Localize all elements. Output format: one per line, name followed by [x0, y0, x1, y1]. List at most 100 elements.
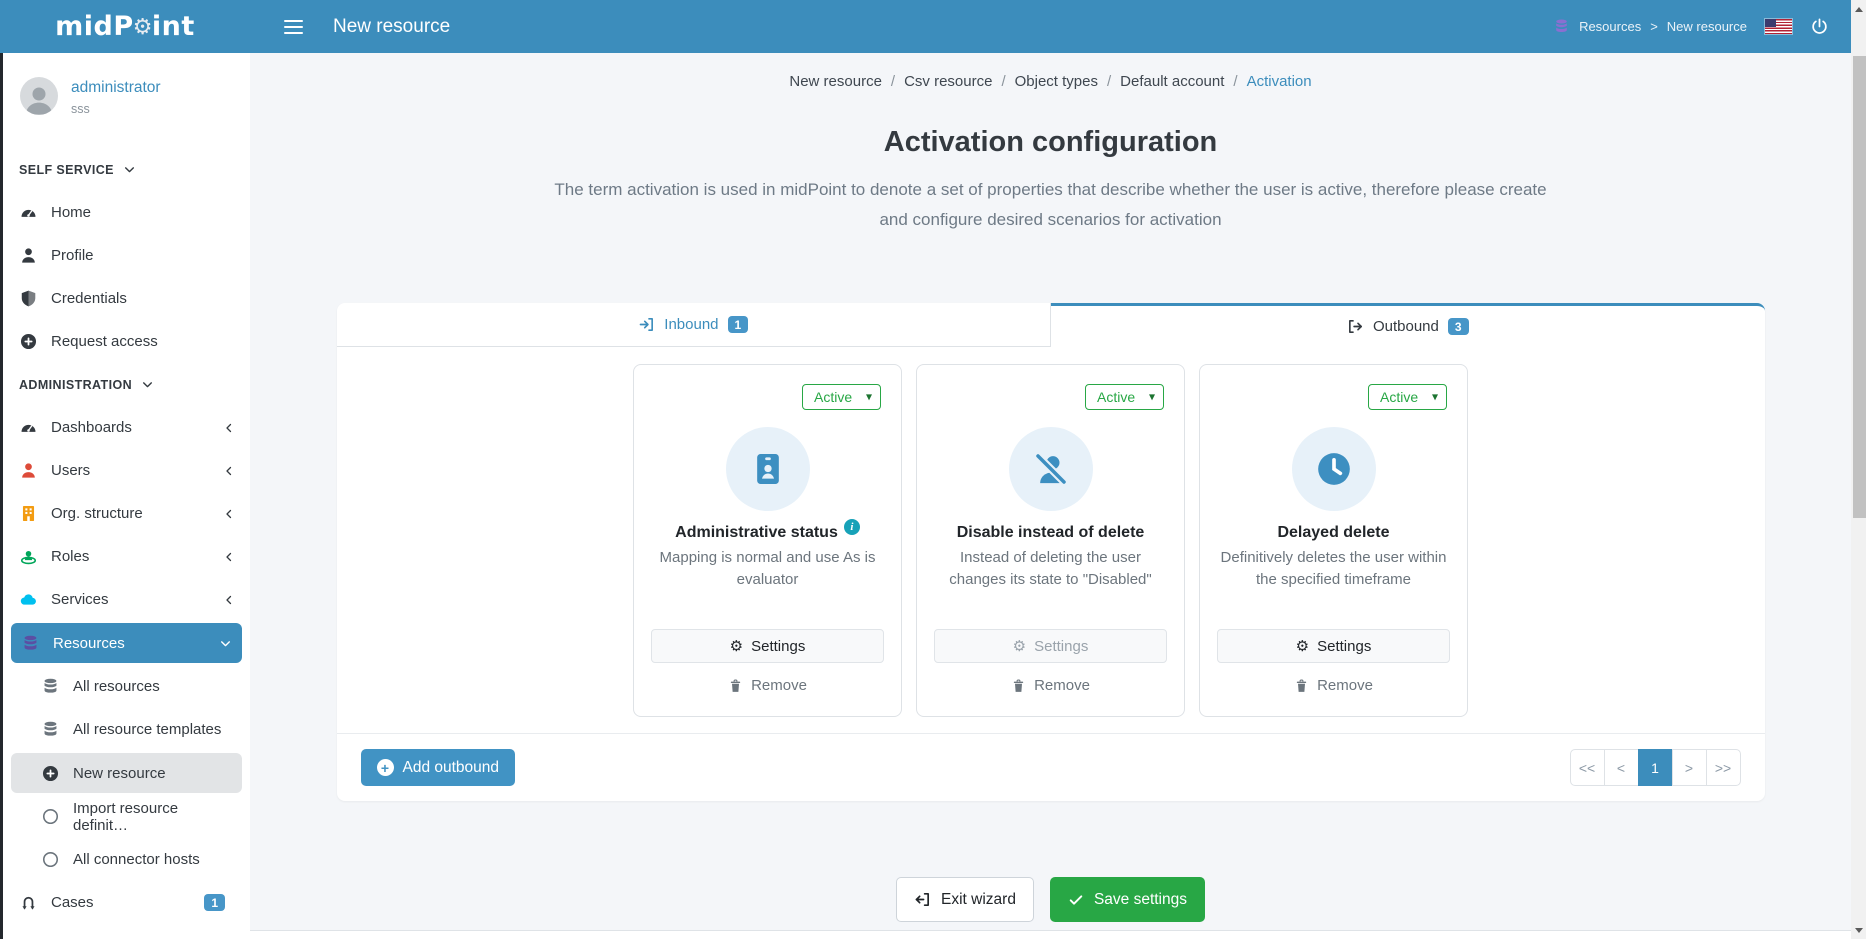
id-badge-icon — [748, 449, 788, 489]
sidebar-item-new-resource[interactable]: New resource — [11, 753, 242, 793]
sidebar-item-cases[interactable]: Cases 1 — [3, 881, 250, 924]
pagination-prev-button[interactable]: < — [1604, 749, 1639, 786]
card-delayed-delete: Active ▾ Delayed delete Definitively del… — [1199, 364, 1468, 717]
user-panel[interactable]: administrator sss — [3, 53, 250, 116]
breadcrumb-item[interactable]: New resource — [789, 73, 882, 90]
exit-wizard-button[interactable]: Exit wizard — [896, 877, 1034, 922]
check-icon — [1068, 892, 1084, 908]
scrollbar-thumb[interactable] — [1853, 56, 1866, 518]
sidebar-item-roles[interactable]: Roles — [3, 535, 250, 578]
tab-outbound[interactable]: Outbound 3 — [1051, 303, 1765, 347]
scrollbar-down-arrow[interactable] — [1851, 922, 1866, 938]
activation-cards: Active ▾ Administrative status i Mapping… — [337, 347, 1765, 717]
top-breadcrumb-root-link[interactable]: Resources — [1579, 19, 1641, 34]
page-title: New resource — [333, 16, 450, 38]
sidebar-item-home[interactable]: Home — [3, 191, 250, 234]
info-icon[interactable]: i — [844, 519, 860, 535]
tab-inbound[interactable]: Inbound 1 — [337, 303, 1052, 347]
top-breadcrumb-current-link[interactable]: New resource — [1667, 19, 1747, 34]
sidebar-section-self-service[interactable]: SELF SERVICE — [3, 148, 250, 191]
midpoint-logo[interactable]: midP⚙int — [0, 11, 250, 42]
sidebar-item-all-resources[interactable]: All resources — [3, 665, 250, 708]
us-flag-icon[interactable] — [1765, 19, 1792, 34]
vertical-scrollbar[interactable] — [1851, 0, 1866, 939]
lifecycle-state-select[interactable]: Active — [1085, 384, 1164, 410]
chevron-down-icon — [141, 378, 154, 391]
breadcrumb-item[interactable]: Csv resource — [904, 73, 992, 90]
pagination-next-button[interactable]: > — [1672, 749, 1707, 786]
add-outbound-button[interactable]: + Add outbound — [361, 749, 516, 786]
chevron-left-icon — [223, 594, 235, 606]
breadcrumb-item[interactable]: Default account — [1120, 73, 1224, 90]
logo-text-post: int — [152, 11, 195, 42]
logo-text-pre: midP — [55, 11, 134, 42]
card-description: Mapping is normal and use As is evaluato… — [634, 547, 901, 591]
sidebar-item-resources[interactable]: Resources — [11, 623, 242, 663]
sidebar-section-administration[interactable]: ADMINISTRATION — [3, 363, 250, 406]
remove-button[interactable]: Remove — [1294, 677, 1373, 694]
circle-outline-icon — [41, 850, 60, 869]
chevron-left-icon — [223, 551, 235, 563]
sidebar-item-dashboards[interactable]: Dashboards — [3, 406, 250, 449]
tachometer-icon — [19, 418, 38, 437]
trash-icon — [1294, 678, 1309, 694]
wizard-title: Activation configuration — [250, 126, 1851, 159]
wizard-actions: Exit wizard Save settings — [250, 877, 1851, 922]
arrow-left-to-bracket-icon — [914, 891, 931, 908]
sidebar-item-all-resource-templates[interactable]: All resource templates — [3, 708, 250, 751]
trash-icon — [728, 678, 743, 694]
remove-button[interactable]: Remove — [728, 677, 807, 694]
remove-button[interactable]: Remove — [1011, 677, 1090, 694]
gear-icon: ⚙ — [730, 639, 743, 654]
navbar-right: Resources > New resource — [1553, 17, 1851, 36]
clock-icon — [1314, 449, 1354, 489]
chevron-left-icon — [223, 508, 235, 520]
top-breadcrumb-separator: > — [1650, 19, 1658, 34]
scrollbar-up-arrow[interactable] — [1851, 1, 1866, 17]
wizard-breadcrumb: New resource/Csv resource/Object types/D… — [250, 73, 1851, 90]
save-settings-button[interactable]: Save settings — [1050, 877, 1205, 922]
gear-icon: ⚙ — [1296, 639, 1309, 654]
chevron-left-icon — [223, 465, 235, 477]
plus-circle-icon — [41, 764, 60, 783]
sidebar-item-org-structure[interactable]: Org. structure — [3, 492, 250, 535]
breadcrumb-item[interactable]: Object types — [1015, 73, 1098, 90]
top-breadcrumb: Resources > New resource — [1553, 18, 1747, 35]
tachometer-icon — [19, 203, 38, 222]
sidebar-item-certification[interactable]: Certification — [3, 924, 250, 939]
chevron-down-icon — [219, 637, 232, 650]
activation-panel: Inbound 1 Outbound 3 Active ▾ Administra… — [337, 303, 1765, 801]
user-slash-circle — [1009, 427, 1093, 511]
chevron-left-icon — [223, 422, 235, 434]
trash-icon — [1011, 678, 1026, 694]
main-content: New resource/Csv resource/Object types/D… — [250, 53, 1851, 939]
pagination-last-button[interactable]: >> — [1706, 749, 1741, 786]
pagination-page-1[interactable]: 1 — [1638, 749, 1673, 786]
user-name-link[interactable]: administrator — [71, 79, 161, 97]
sidebar-item-users[interactable]: Users — [3, 449, 250, 492]
sidebar-item-services[interactable]: Services — [3, 578, 250, 621]
settings-button[interactable]: ⚙ Settings — [1217, 629, 1450, 663]
panel-footer: + Add outbound << < 1 > >> — [337, 733, 1765, 801]
lifecycle-state-select[interactable]: Active — [1368, 384, 1447, 410]
cases-count-badge: 1 — [204, 894, 225, 911]
user-description: sss — [71, 102, 161, 116]
sidebar-item-credentials[interactable]: Credentials — [3, 277, 250, 320]
building-icon — [19, 504, 38, 523]
roles-icon — [19, 547, 38, 566]
chevron-down-icon — [123, 163, 136, 176]
sidebar-item-all-connector-hosts[interactable]: All connector hosts — [3, 838, 250, 881]
pagination-first-button[interactable]: << — [1570, 749, 1605, 786]
lifecycle-state-select[interactable]: Active — [802, 384, 881, 410]
sidebar-item-import-resource-definition[interactable]: Import resource definit… — [3, 795, 250, 838]
sidebar-item-profile[interactable]: Profile — [3, 234, 250, 277]
menu-toggle-button[interactable] — [280, 14, 307, 40]
id-badge-circle — [726, 427, 810, 511]
sidebar-item-request-access[interactable]: Request access — [3, 320, 250, 363]
card-disable-instead-of-delete: Active ▾ Disable instead of delete Inste… — [916, 364, 1185, 717]
card-title: Administrative status — [675, 524, 838, 542]
breadcrumb-item-current[interactable]: Activation — [1247, 73, 1312, 90]
settings-button[interactable]: ⚙ Settings — [934, 629, 1167, 663]
logout-button[interactable] — [1810, 17, 1829, 36]
settings-button[interactable]: ⚙ Settings — [651, 629, 884, 663]
